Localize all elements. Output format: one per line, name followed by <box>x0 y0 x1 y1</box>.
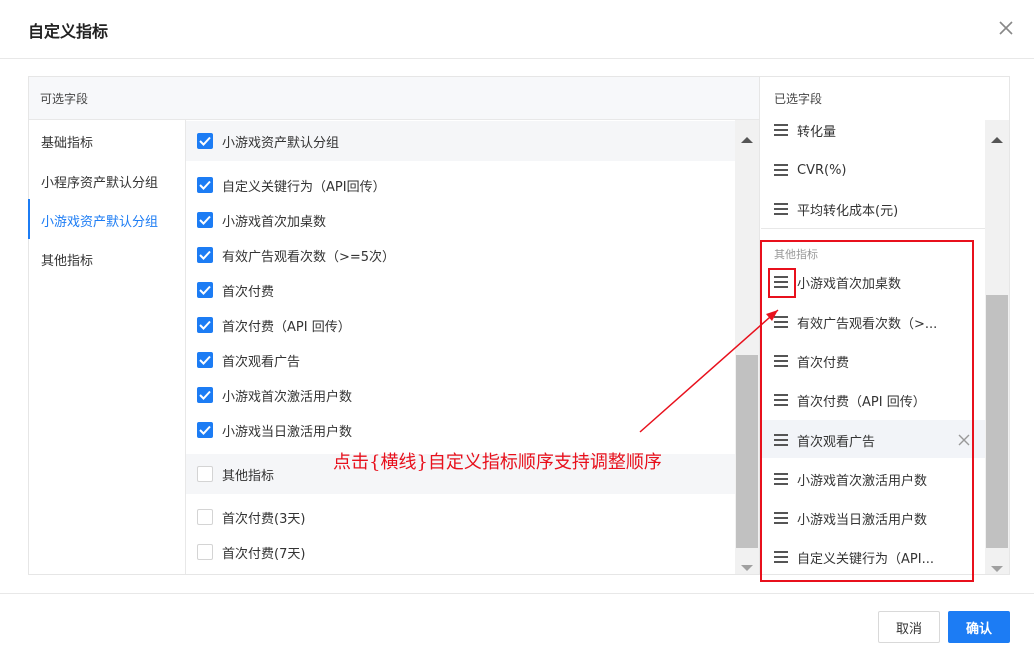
selected-item-label: CVR(%) <box>797 162 847 178</box>
field-label: 小游戏首次加桌数 <box>222 214 327 230</box>
category-miniprogram[interactable]: 小程序资产默认分组 <box>41 172 158 191</box>
cancel-button[interactable]: 取消 <box>878 611 940 643</box>
checkbox-checked-icon[interactable] <box>197 247 213 263</box>
checkbox-checked-icon[interactable] <box>197 317 213 333</box>
field-row[interactable]: 小游戏首次激活用户数 <box>197 385 352 405</box>
field-label: 有效广告观看次数（>=5次） <box>222 249 396 265</box>
footer-divider <box>0 593 1034 594</box>
confirm-button[interactable]: 确认 <box>948 611 1010 643</box>
field-row[interactable]: 小游戏当日激活用户数 <box>197 420 352 440</box>
field-label: 首次付费(3天) <box>222 511 306 527</box>
available-fields-title: 可选字段 <box>40 92 89 106</box>
field-row[interactable]: 自定义关键行为（API回传） <box>197 175 386 195</box>
field-label: 自定义关键行为（API回传） <box>222 179 386 195</box>
checkbox-unchecked-icon[interactable] <box>197 509 213 525</box>
checkbox-unchecked-icon[interactable] <box>197 466 213 482</box>
drag-handle-icon[interactable] <box>774 124 788 136</box>
field-label: 首次付费(7天) <box>222 546 306 562</box>
checkbox-checked-icon[interactable] <box>197 352 213 368</box>
category-minigame[interactable]: 小游戏资产默认分组 <box>41 211 158 230</box>
checkbox-checked-icon[interactable] <box>197 422 213 438</box>
selected-item-label: 转化量 <box>797 124 837 140</box>
header-divider <box>0 58 1034 59</box>
selected-item-label: 平均转化成本(元) <box>797 203 899 219</box>
scroll-down-arrow-icon[interactable] <box>740 557 754 576</box>
field-row[interactable]: 首次付费 <box>197 280 274 300</box>
group-checkbox-minigame[interactable]: 小游戏资产默认分组 <box>197 131 339 151</box>
scroll-up-arrow-icon[interactable] <box>990 129 1004 148</box>
scroll-down-arrow-icon[interactable] <box>990 558 1004 577</box>
group-checkbox-other[interactable]: 其他指标 <box>197 464 274 484</box>
scroll-up-arrow-icon[interactable] <box>740 129 754 148</box>
field-row[interactable]: 小游戏首次加桌数 <box>197 210 326 230</box>
drag-handle-icon[interactable] <box>774 203 788 215</box>
category-other[interactable]: 其他指标 <box>41 250 93 269</box>
dialog-title: 自定义指标 <box>28 22 109 41</box>
field-label: 首次付费（API 回传） <box>222 319 351 335</box>
group-label: 小游戏资产默认分组 <box>222 135 340 151</box>
drag-handle-icon[interactable] <box>774 164 788 176</box>
checkbox-checked-icon[interactable] <box>197 212 213 228</box>
available-fields-header-band <box>29 77 759 120</box>
field-label: 首次观看广告 <box>222 354 301 370</box>
field-row[interactable]: 首次付费（API 回传） <box>197 315 351 335</box>
selected-divider <box>761 228 985 229</box>
field-row[interactable]: 首次付费(3天) <box>197 507 305 527</box>
checkbox-checked-icon[interactable] <box>197 177 213 193</box>
selected-item[interactable]: 平均转化成本(元) <box>774 199 898 219</box>
field-label: 小游戏首次激活用户数 <box>222 389 353 405</box>
checkbox-checked-icon[interactable] <box>197 133 213 149</box>
selected-fields-title: 已选字段 <box>774 92 823 106</box>
category-list: 基础指标 小程序资产默认分组 小游戏资产默认分组 其他指标 <box>29 120 186 574</box>
field-label: 小游戏当日激活用户数 <box>222 424 353 440</box>
annotation-text: 点击{横线}自定义指标顺序支持调整顺序 <box>333 452 662 473</box>
checkbox-unchecked-icon[interactable] <box>197 544 213 560</box>
field-row[interactable]: 有效广告观看次数（>=5次） <box>197 245 395 265</box>
category-active-indicator <box>28 199 30 239</box>
close-icon[interactable] <box>996 18 1016 38</box>
annotation-arrow-icon <box>639 309 779 433</box>
field-row[interactable]: 首次观看广告 <box>197 350 300 370</box>
field-row[interactable]: 首次付费(7天) <box>197 542 305 562</box>
field-label: 首次付费 <box>222 284 275 300</box>
selected-item[interactable]: CVR(%) <box>774 160 847 180</box>
selected-item[interactable]: 转化量 <box>774 120 836 140</box>
checkbox-checked-icon[interactable] <box>197 387 213 403</box>
group-label: 其他指标 <box>222 468 275 484</box>
category-basic[interactable]: 基础指标 <box>41 132 93 151</box>
selected-scrollbar-thumb[interactable] <box>986 295 1008 548</box>
checkbox-checked-icon[interactable] <box>197 282 213 298</box>
annotation-handle-box <box>768 268 796 298</box>
